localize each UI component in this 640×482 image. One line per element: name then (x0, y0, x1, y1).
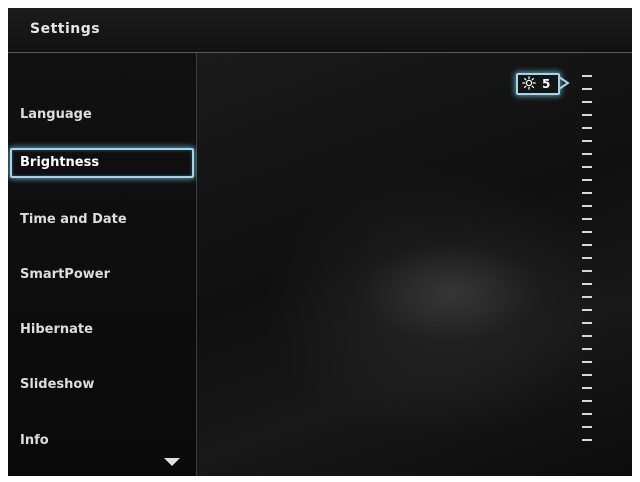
sun-icon (522, 76, 536, 90)
slider-tick (582, 192, 592, 194)
slider-tick (582, 413, 592, 415)
slider-tick (582, 114, 592, 116)
menu-item-info[interactable]: Info (8, 426, 194, 456)
slider-tick (582, 231, 592, 233)
slider-tick (582, 348, 592, 350)
brightness-panel: 5 (197, 53, 632, 476)
brightness-value-badge[interactable]: 5 (516, 73, 560, 95)
slider-tick (582, 127, 592, 129)
settings-menu: Language Brightness Time and Date SmartP… (8, 53, 197, 476)
slider-tick (582, 88, 592, 90)
slider-tick (582, 361, 592, 363)
slider-tick (582, 400, 592, 402)
slider-tick (582, 179, 592, 181)
slider-tick (582, 205, 592, 207)
menu-item-slideshow[interactable]: Slideshow (8, 370, 194, 400)
title-bar: Settings (8, 8, 632, 53)
slider-tick (582, 426, 592, 428)
menu-item-language[interactable]: Language (8, 100, 194, 130)
slider-tick (582, 296, 592, 298)
brightness-value: 5 (542, 77, 551, 91)
triangle-down-icon[interactable] (164, 458, 180, 466)
slider-tick (582, 140, 592, 142)
slider-tick (582, 244, 592, 246)
slider-tick (582, 166, 592, 168)
slider-tick (582, 322, 592, 324)
slider-tick (582, 257, 592, 259)
slider-tick (582, 374, 592, 376)
pointer-arrow-icon (558, 76, 570, 90)
slider-tick (582, 309, 592, 311)
menu-item-smartpower[interactable]: SmartPower (8, 260, 194, 290)
slider-tick (582, 101, 592, 103)
slider-tick (582, 335, 592, 337)
slider-tick (582, 439, 592, 441)
slider-tick (582, 283, 592, 285)
menu-item-brightness[interactable]: Brightness (10, 148, 194, 178)
menu-item-time-and-date[interactable]: Time and Date (8, 205, 194, 235)
slider-tick (582, 387, 592, 389)
slider-tick (582, 270, 592, 272)
settings-screen: Settings Language Brightness Time and Da… (8, 8, 632, 476)
page-title: Settings (30, 21, 101, 37)
brightness-slider[interactable] (582, 75, 596, 445)
slider-tick (582, 218, 592, 220)
slider-tick (582, 75, 592, 77)
menu-item-hibernate[interactable]: Hibernate (8, 315, 194, 345)
slider-tick (582, 153, 592, 155)
